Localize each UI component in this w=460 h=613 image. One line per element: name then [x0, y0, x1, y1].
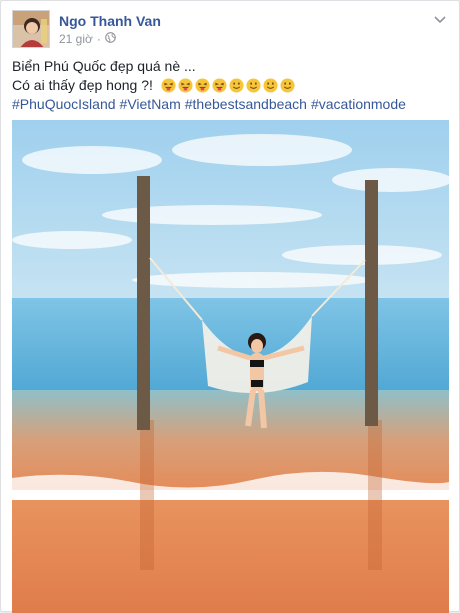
hashtag-link[interactable]: #thebestsandbeach — [185, 96, 307, 112]
emoji-row — [161, 78, 295, 93]
smiley-emoji — [280, 78, 295, 93]
post-text: Biển Phú Quốc đẹp quá nè ... Có ai thấy … — [12, 57, 450, 114]
chevron-down-icon[interactable] — [432, 11, 448, 27]
post-text-line1: Biển Phú Quốc đẹp quá nè ... — [12, 58, 196, 74]
squinting-tongue-emoji — [195, 78, 210, 93]
hashtag-link[interactable]: #PhuQuocIsland — [12, 96, 116, 112]
squinting-tongue-emoji — [161, 78, 176, 93]
globe-icon[interactable] — [105, 32, 116, 46]
post-card: Ngo Thanh Van 21 giờ · Biển Phú Quốc đẹp… — [0, 0, 460, 613]
post-reflection — [140, 420, 154, 570]
hashtag-link[interactable]: #VietNam — [120, 96, 181, 112]
squinting-tongue-emoji — [212, 78, 227, 93]
squinting-tongue-emoji — [178, 78, 193, 93]
wooden-post-left — [137, 176, 150, 430]
hashtag-row: #PhuQuocIsland #VietNam #thebestsandbeach #… — [12, 95, 450, 114]
avatar[interactable] — [12, 10, 50, 48]
post-text-line2: Có ai thấy đẹp hong ?! — [12, 77, 153, 93]
hashtag-link[interactable]: #vacationmode — [311, 96, 406, 112]
smiley-emoji — [246, 78, 261, 93]
sand — [12, 500, 449, 613]
wooden-post-right — [365, 180, 378, 426]
post-meta: 21 giờ · — [59, 32, 116, 46]
timestamp[interactable]: 21 giờ — [59, 32, 93, 46]
author-name[interactable]: Ngo Thanh Van — [59, 13, 161, 29]
smiley-emoji — [263, 78, 278, 93]
meta-separator: · — [96, 32, 101, 46]
smiley-emoji — [229, 78, 244, 93]
post-reflection — [368, 420, 382, 570]
post-photo[interactable] — [12, 120, 449, 613]
shallow-water — [12, 390, 449, 490]
post-text-line2-row: Có ai thấy đẹp hong ?! — [12, 76, 450, 95]
